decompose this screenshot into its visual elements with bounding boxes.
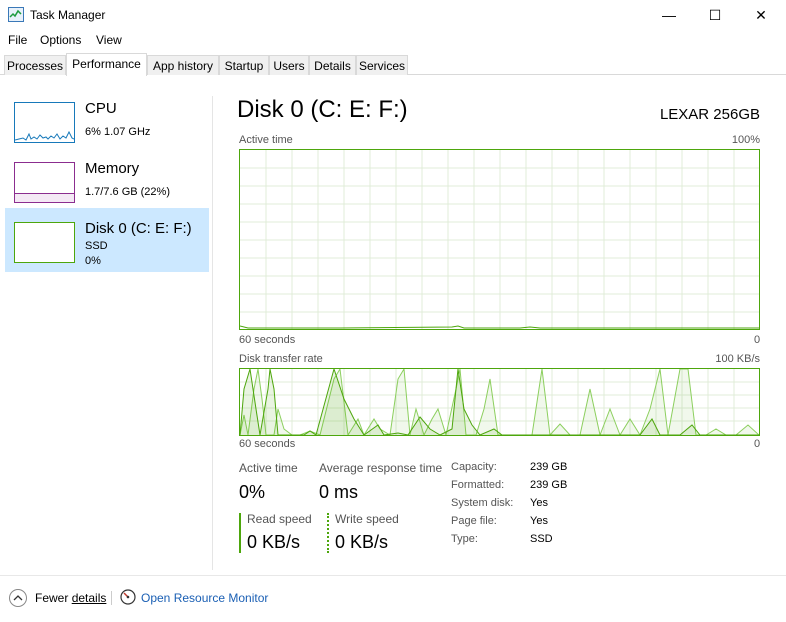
- sidebar-divider: [212, 96, 213, 570]
- transfer-graph-label: Disk transfer rate: [239, 353, 323, 365]
- transfer-rate-graph: [239, 368, 760, 436]
- disk-usage: 0%: [85, 255, 101, 267]
- open-resource-monitor-link[interactable]: Open Resource Monitor: [141, 591, 268, 605]
- sidebar-item-disk[interactable]: Disk 0 (C: E: F:) SSD 0%: [5, 208, 209, 272]
- tab-startup[interactable]: Startup: [219, 55, 269, 75]
- avg-response-value: 0 ms: [319, 482, 359, 502]
- write-speed-value: 0 KB/s: [335, 532, 389, 552]
- memory-fill: [15, 193, 74, 202]
- disk-model: LEXAR 256GB: [659, 106, 760, 123]
- sidebar-item-memory[interactable]: Memory 1.7/7.6 GB (22%): [5, 148, 209, 212]
- resource-monitor-icon: [120, 589, 136, 605]
- capacity-value: 239 GB: [530, 461, 568, 473]
- minimize-button[interactable]: —: [646, 0, 692, 30]
- footer-divider: [111, 591, 112, 605]
- fewer-details-prefix: Fewer: [35, 591, 72, 605]
- close-icon: ✕: [755, 7, 767, 23]
- page-file-value: Yes: [530, 515, 548, 527]
- tab-processes[interactable]: Processes: [4, 55, 66, 75]
- read-speed-indicator: [239, 513, 241, 553]
- minimize-icon: —: [662, 7, 676, 23]
- memory-usage: 1.7/7.6 GB (22%): [85, 186, 170, 198]
- performance-sidebar: CPU 6% 1.07 GHz Memory 1.7/7.6 GB (22%) …: [0, 76, 212, 568]
- system-disk-key: System disk:: [451, 497, 514, 509]
- write-speed-indicator: [327, 513, 329, 553]
- transfer-x-left: 60 seconds: [239, 438, 296, 450]
- transfer-x-right: 0: [754, 438, 761, 450]
- avg-response-label: Average response time: [319, 461, 443, 475]
- title-bar: Task Manager — ☐ ✕: [0, 0, 786, 30]
- page-title: Disk 0 (C: E: F:): [237, 96, 408, 123]
- tab-services[interactable]: Services: [356, 55, 408, 75]
- active-time-graph: [239, 149, 760, 330]
- tab-performance[interactable]: Performance: [66, 53, 147, 76]
- maximize-icon: ☐: [708, 7, 722, 23]
- disk-thumbnail: [14, 222, 75, 263]
- page-file-key: Page file:: [451, 515, 497, 527]
- formatted-value: 239 GB: [530, 479, 568, 491]
- cpu-thumbnail: [14, 102, 75, 143]
- chevron-up-icon: [13, 595, 23, 601]
- menu-view[interactable]: View: [96, 33, 122, 47]
- tab-users[interactable]: Users: [269, 55, 309, 75]
- type-value: SSD: [530, 533, 553, 545]
- type-key: Type:: [451, 533, 478, 545]
- tab-details[interactable]: Details: [309, 55, 356, 75]
- cpu-usage: 6% 1.07 GHz: [85, 126, 151, 138]
- transfer-rate-plot: [240, 369, 759, 435]
- fewer-details-underlined: details: [71, 591, 107, 605]
- tab-app-history[interactable]: App history: [147, 55, 219, 75]
- read-speed-value: 0 KB/s: [247, 532, 301, 552]
- disk-title: Disk 0 (C: E: F:): [85, 220, 192, 237]
- fewer-details-toggle[interactable]: [9, 589, 27, 607]
- active-time-x-left: 60 seconds: [239, 334, 296, 346]
- menu-options[interactable]: Options: [40, 33, 81, 47]
- maximize-button[interactable]: ☐: [692, 0, 738, 30]
- capacity-key: Capacity:: [451, 461, 497, 473]
- active-time-max-label: 100%: [731, 134, 760, 146]
- footer-separator: [0, 575, 786, 576]
- task-manager-icon: [8, 7, 24, 22]
- memory-thumbnail: [14, 162, 75, 203]
- active-time-stat-label: Active time: [239, 461, 298, 475]
- menu-bar: File Options View: [0, 30, 786, 50]
- disk-type: SSD: [85, 240, 108, 252]
- window-title: Task Manager: [30, 8, 106, 22]
- system-disk-value: Yes: [530, 497, 548, 509]
- menu-file[interactable]: File: [8, 33, 27, 47]
- close-button[interactable]: ✕: [738, 0, 784, 30]
- tab-strip: Processes Performance App history Startu…: [0, 53, 786, 76]
- active-time-grid: [240, 150, 759, 329]
- read-speed-label: Read speed: [247, 512, 312, 526]
- write-speed-label: Write speed: [335, 512, 399, 526]
- active-time-graph-label: Active time: [239, 134, 293, 146]
- memory-title: Memory: [85, 160, 140, 177]
- sidebar-item-cpu[interactable]: CPU 6% 1.07 GHz: [5, 88, 209, 152]
- formatted-key: Formatted:: [451, 479, 505, 491]
- transfer-max-label: 100 KB/s: [715, 353, 760, 365]
- cpu-title: CPU: [85, 100, 117, 117]
- fewer-details-link[interactable]: Fewer details: [35, 591, 106, 605]
- active-time-stat-value: 0%: [239, 482, 266, 502]
- active-time-x-right: 0: [754, 334, 761, 346]
